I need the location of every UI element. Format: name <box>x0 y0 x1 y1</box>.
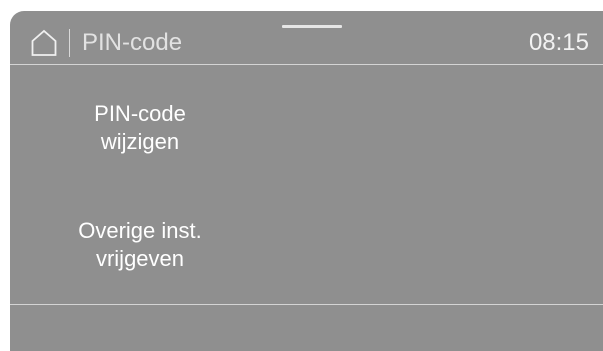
page-title: PIN-code <box>82 29 183 56</box>
display-screen: PIN-code 08:15 PIN-code wijzigen Overige… <box>10 11 603 351</box>
header-divider <box>10 64 603 65</box>
header-separator <box>69 29 70 57</box>
menu-item-release-other-settings[interactable]: Overige inst. vrijgeven <box>40 217 240 273</box>
home-icon[interactable] <box>30 29 58 57</box>
menu-item-change-pin[interactable]: PIN-code wijzigen <box>40 100 240 156</box>
menu-item-label-line2: vrijgeven <box>95 246 185 271</box>
clock: 08:15 <box>528 29 589 56</box>
header-bar: PIN-code 08:15 <box>10 11 603 65</box>
device-bezel: PIN-code 08:15 PIN-code wijzigen Overige… <box>0 0 603 351</box>
menu-item-label-line1: PIN-code <box>94 101 186 126</box>
menu-item-label-line1: Overige inst. <box>78 218 202 243</box>
menu-item-label-line2: wijzigen <box>100 129 180 154</box>
footer-divider <box>10 304 603 305</box>
